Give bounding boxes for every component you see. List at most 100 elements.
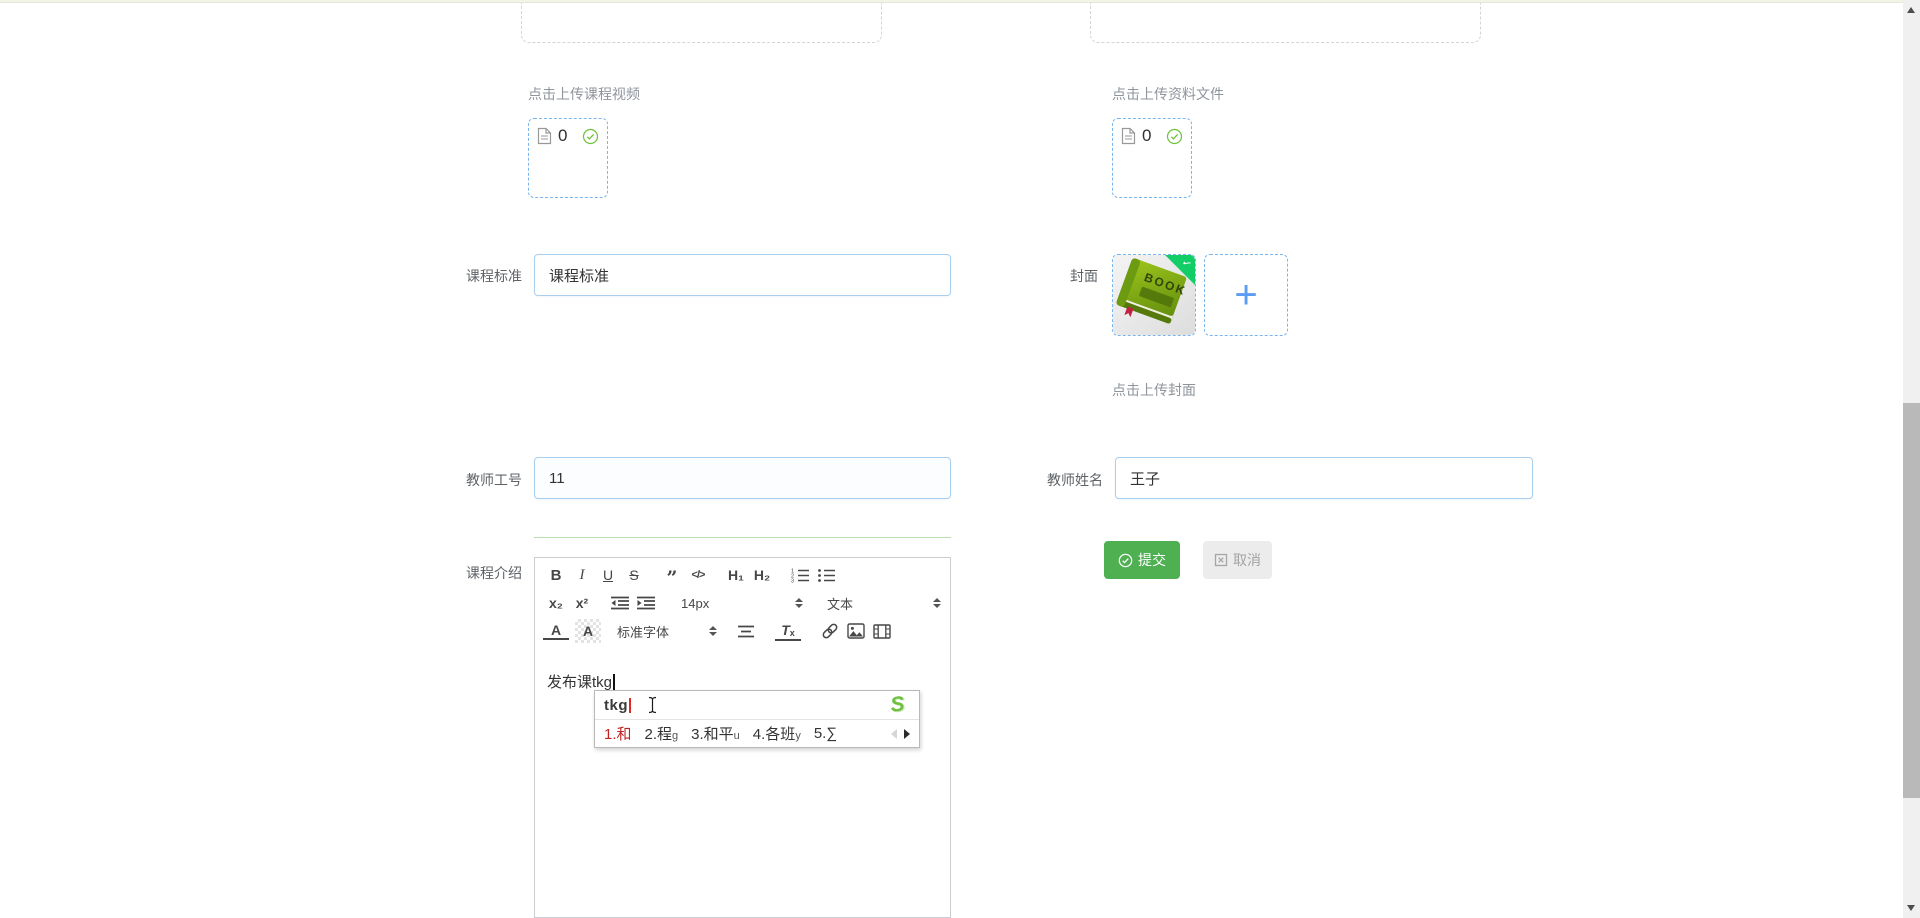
- ime-composition-row: tkg S: [595, 691, 919, 719]
- top-edge-strip: [0, 0, 1903, 3]
- bullet-list-button[interactable]: [813, 563, 839, 587]
- link-button[interactable]: [817, 619, 843, 643]
- course-edit-page: 点击上传课程视频 点击上传资料文件 0 0 课程标准 封面: [0, 0, 1920, 918]
- video-dropzone-bottom[interactable]: [521, 3, 882, 43]
- submit-label: 提交: [1138, 552, 1166, 568]
- upload-video-hint: 点击上传课程视频: [528, 86, 640, 102]
- toolbar-row-3: A A 标准字体 Tx: [543, 617, 942, 645]
- picker-arrows-icon: [709, 626, 717, 636]
- toolbar-row-2: x₂ x² 14px 文本: [543, 589, 942, 617]
- code-block-button[interactable]: </>: [685, 563, 711, 587]
- course-intro-label: 课程介绍: [466, 565, 522, 581]
- toolbar-row-1: B I U S ” </> H₁ H₂ 123: [543, 561, 942, 589]
- strike-button[interactable]: S: [621, 563, 647, 587]
- align-button[interactable]: [733, 619, 759, 643]
- cover-label: 封面: [1070, 268, 1098, 284]
- text-color-button[interactable]: A: [543, 622, 569, 640]
- plus-icon: +: [1234, 273, 1258, 317]
- material-dropzone-bottom[interactable]: [1090, 3, 1481, 43]
- cover-thumbnail[interactable]: BOOK ✓: [1112, 254, 1196, 336]
- material-file-count: 0: [1142, 126, 1152, 145]
- outdent-button[interactable]: [607, 591, 633, 615]
- teacher-name-input[interactable]: [1115, 457, 1533, 499]
- clean-format-button[interactable]: Tx: [775, 622, 801, 641]
- indent-button[interactable]: [633, 591, 659, 615]
- subscript-button[interactable]: x₂: [543, 591, 569, 615]
- teacher-id-input[interactable]: [534, 457, 951, 499]
- page-prev-icon[interactable]: [891, 728, 897, 739]
- font-picker[interactable]: 标准字体: [617, 622, 717, 641]
- underline-button[interactable]: U: [595, 563, 621, 587]
- candidate-text: 4.各班: [752, 726, 796, 743]
- size-picker[interactable]: 14px: [681, 596, 803, 611]
- candidate-text: 3.和平: [691, 726, 734, 743]
- ordered-list-button[interactable]: 123: [787, 563, 813, 587]
- image-button[interactable]: [843, 619, 869, 643]
- editor-content-area[interactable]: 发布课tkg: [534, 647, 951, 918]
- scrollbar-thumb[interactable]: [1903, 403, 1920, 798]
- clean-x: x: [789, 628, 795, 638]
- svg-text:3: 3: [791, 579, 794, 584]
- circle-check-icon: [1118, 553, 1133, 568]
- sogou-logo: S: [889, 692, 906, 717]
- candidate-text: 1.和: [604, 726, 632, 743]
- check-circle-icon: [582, 128, 599, 145]
- video-file-count: 0: [558, 126, 568, 145]
- ime-candidate-1[interactable]: 1.和: [604, 723, 632, 744]
- ime-candidate-row: 1.和 2.程g 3.和平u 4.各班y 5.∑: [595, 719, 919, 747]
- page-next-icon[interactable]: [904, 728, 910, 739]
- upload-material-hint: 点击上传资料文件: [1112, 86, 1224, 102]
- picker-arrows-icon: [933, 598, 941, 608]
- candidate-suffix: g: [672, 730, 679, 742]
- square-close-icon: [1214, 553, 1228, 567]
- editor-wrapper-top-border: [534, 537, 951, 539]
- teacher-name-label: 教师姓名: [1047, 472, 1103, 488]
- blockquote-button[interactable]: ”: [659, 563, 685, 589]
- size-picker-value: 14px: [681, 595, 710, 611]
- candidate-suffix: y: [795, 730, 801, 742]
- background-color-button[interactable]: A: [575, 619, 601, 643]
- picker-arrows-icon: [795, 598, 803, 608]
- ime-caret: [629, 697, 631, 713]
- cover-upload-hint: 点击上传封面: [1112, 382, 1196, 398]
- header-picker-value: 文本: [827, 596, 854, 612]
- header-2-button[interactable]: H₂: [749, 563, 775, 587]
- cover-upload-button[interactable]: +: [1204, 254, 1288, 336]
- cancel-label: 取消: [1233, 552, 1261, 568]
- ibeam-cursor-icon: [647, 696, 658, 714]
- teacher-id-label: 教师工号: [466, 472, 522, 488]
- ime-candidate-5[interactable]: 5.∑: [814, 725, 837, 742]
- submit-button[interactable]: 提交: [1104, 541, 1180, 579]
- video-button[interactable]: [869, 619, 895, 643]
- candidate-suffix: u: [733, 730, 740, 742]
- document-icon: [537, 127, 552, 145]
- scrollbar-up-arrow[interactable]: [1907, 7, 1915, 13]
- ime-pagination: [891, 728, 910, 739]
- ime-candidate-4[interactable]: 4.各班y: [753, 723, 801, 744]
- clean-t: T: [781, 622, 790, 638]
- document-icon: [1121, 127, 1136, 145]
- candidate-text: 2.程: [644, 726, 673, 743]
- header-1-button[interactable]: H₁: [723, 563, 749, 587]
- cancel-button[interactable]: 取消: [1203, 541, 1272, 579]
- material-file-count-box[interactable]: 0: [1112, 118, 1192, 198]
- ime-popup: tkg S 1.和 2.程g 3.和平u 4.各班y 5.∑: [594, 690, 920, 748]
- font-picker-value: 标准字体: [617, 624, 670, 640]
- candidate-text: 5.∑: [813, 725, 838, 742]
- scrollbar-down-arrow[interactable]: [1907, 905, 1915, 911]
- check-circle-icon: [1166, 128, 1183, 145]
- bold-button[interactable]: B: [543, 563, 569, 587]
- course-standard-label: 课程标准: [466, 268, 522, 284]
- ime-candidate-2[interactable]: 2.程g: [645, 723, 679, 744]
- text-caret: [613, 674, 615, 690]
- italic-button[interactable]: I: [569, 563, 595, 587]
- video-file-count-box[interactable]: 0: [528, 118, 608, 198]
- ime-composition: tkg: [604, 696, 628, 714]
- ime-candidate-3[interactable]: 3.和平u: [691, 723, 740, 744]
- editor-toolbar: B I U S ” </> H₁ H₂ 123 x₂ x² 14px 文本 A …: [534, 557, 951, 648]
- header-picker[interactable]: 文本: [827, 594, 941, 613]
- superscript-button[interactable]: x²: [569, 591, 595, 615]
- editor-text: 发布课: [547, 674, 593, 691]
- course-standard-input[interactable]: [534, 254, 951, 296]
- editor-composition-text: tkg: [592, 674, 613, 691]
